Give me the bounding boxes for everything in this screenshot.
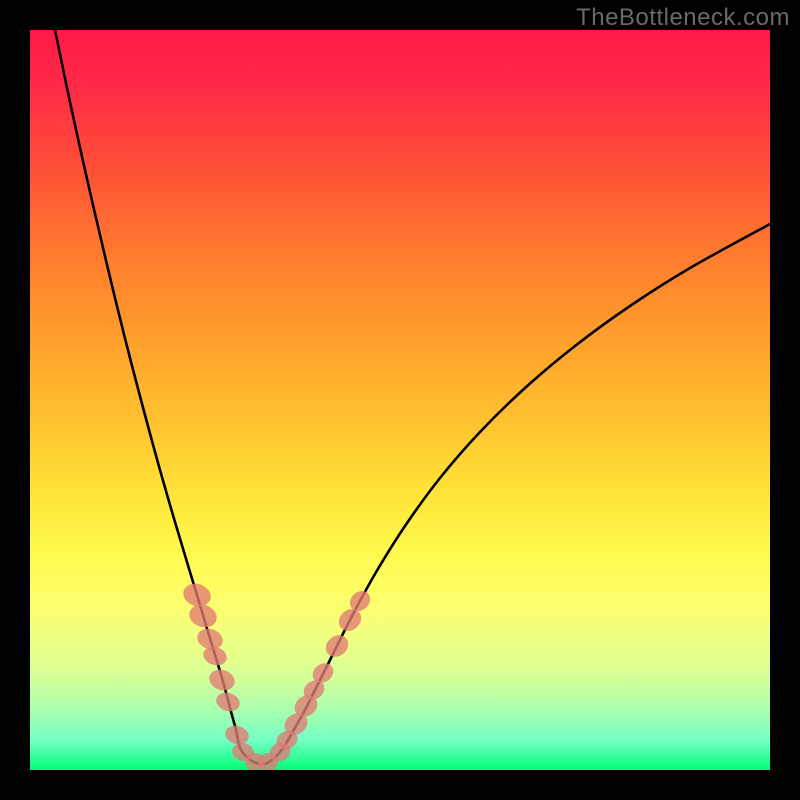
marker-group bbox=[180, 580, 374, 770]
chart-plot-area bbox=[30, 30, 770, 770]
chart-svg bbox=[30, 30, 770, 770]
data-marker bbox=[321, 631, 352, 662]
watermark-text: TheBottleneck.com bbox=[576, 4, 790, 32]
data-marker bbox=[186, 601, 219, 631]
data-marker bbox=[214, 690, 242, 715]
data-marker bbox=[207, 666, 238, 693]
data-marker bbox=[223, 723, 251, 747]
bottleneck-curve bbox=[55, 30, 770, 764]
